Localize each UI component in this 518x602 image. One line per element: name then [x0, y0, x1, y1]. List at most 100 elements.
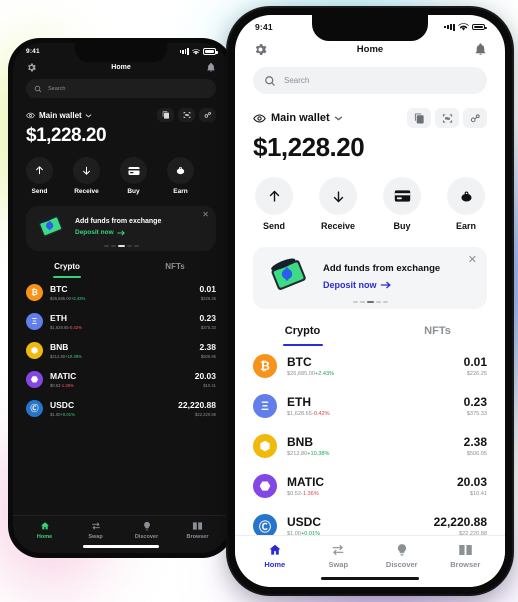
token-row[interactable]: ⬢ BNB $212.80+10.38% 2.38 $506.95: [235, 426, 505, 466]
copy-address-button[interactable]: [407, 108, 431, 128]
phone-mockup-light: 9:41 Home Search Main wallet $1,228.20 S…: [228, 8, 512, 594]
nav-swap[interactable]: Swap: [307, 543, 371, 569]
search-icon: [34, 85, 42, 93]
token-amount: 20.03: [456, 475, 487, 489]
promo-banner[interactable]: Add funds from exchange Deposit now ✕: [253, 247, 487, 309]
nav-browser[interactable]: Browser: [434, 543, 498, 569]
token-row[interactable]: Ⓒ USDC $1.00+0.01% 22,220.88 $22,220.88: [13, 394, 229, 423]
token-change: -0.42%: [68, 324, 82, 330]
token-logo-icon: Ξ: [26, 313, 43, 330]
token-subtext: $1,628.65-0.42%: [50, 325, 192, 330]
token-fiat-value: $506.95: [466, 451, 487, 457]
token-subtext: $212.80+10.38%: [50, 354, 192, 359]
search-bar[interactable]: Search: [26, 79, 216, 98]
token-fiat-value: $10.41: [203, 382, 216, 388]
send-button[interactable]: Send: [26, 157, 53, 195]
eye-icon[interactable]: [253, 112, 266, 125]
receive-label: Receive: [320, 221, 356, 231]
search-placeholder: Search: [48, 85, 66, 92]
token-symbol: BNB: [287, 435, 313, 449]
token-logo-icon: Ξ: [253, 394, 277, 418]
scan-qr-button[interactable]: [178, 108, 195, 122]
tab-crypto[interactable]: Crypto: [235, 325, 370, 346]
nav-swap[interactable]: Swap: [70, 521, 121, 540]
battery-icon: [203, 48, 218, 55]
app-screen-dark: 9:41 Home Search Main wallet $1,228.20 S…: [13, 43, 229, 553]
piggy-bank-icon: [167, 157, 194, 184]
tab-crypto[interactable]: Crypto: [13, 262, 121, 278]
nav-discover[interactable]: Discover: [370, 543, 434, 569]
wallet-name[interactable]: Main wallet: [39, 111, 82, 120]
token-change: +2.43%: [70, 295, 86, 301]
home-icon: [268, 543, 282, 557]
nav-discover[interactable]: Discover: [121, 521, 172, 540]
bell-icon[interactable]: [206, 62, 216, 73]
gear-icon[interactable]: [26, 62, 37, 73]
tab-nfts[interactable]: NFTs: [370, 325, 505, 346]
carousel-dots: [26, 245, 216, 247]
earn-button[interactable]: Earn: [167, 157, 194, 195]
token-row[interactable]: ⬣ MATIC $0.52-1.36% 20.03 $10.41: [235, 466, 505, 506]
quick-actions: Send Receive Buy Earn: [13, 147, 229, 195]
wallet-selector-row: Main wallet: [235, 94, 505, 128]
book-icon: [458, 543, 473, 557]
promo-banner[interactable]: Add funds from exchange Deposit now ✕: [26, 206, 216, 251]
token-row[interactable]: ₿ BTC $26,685.00+2.43% 0.01 $226.25: [235, 346, 505, 386]
banner-title: Add funds from exchange: [75, 218, 162, 225]
swap-arrows-icon: [91, 521, 101, 531]
send-button[interactable]: Send: [255, 177, 293, 231]
chevron-down-icon[interactable]: [334, 115, 343, 121]
wifi-icon: [192, 48, 200, 55]
token-row[interactable]: ₿ BTC $26,685.00+2.43% 0.01 $226.25: [13, 278, 229, 307]
token-subtext: $26,685.00+2.43%: [287, 371, 454, 377]
bell-icon[interactable]: [474, 42, 487, 57]
buy-button[interactable]: Buy: [120, 157, 147, 195]
token-row[interactable]: Ξ ETH $1,628.65-0.42% 0.23 $375.33: [235, 386, 505, 426]
token-amount: 0.23: [199, 313, 216, 324]
arrow-right-icon: [380, 281, 391, 289]
buy-button[interactable]: Buy: [383, 177, 421, 231]
close-icon[interactable]: ✕: [468, 253, 477, 266]
carousel-dots: [253, 301, 487, 303]
receive-button[interactable]: Receive: [319, 177, 357, 231]
bottom-nav: Home Swap Discover Browser: [13, 515, 229, 553]
connect-button[interactable]: [199, 108, 216, 122]
token-change: +10.38%: [307, 451, 330, 457]
scan-qr-button[interactable]: [435, 108, 459, 128]
search-bar[interactable]: Search: [253, 67, 487, 94]
connect-button[interactable]: [463, 108, 487, 128]
token-list-dark: ₿ BTC $26,685.00+2.43% 0.01 $226.25 Ξ ETH $1,62…: [13, 278, 229, 423]
close-icon[interactable]: ✕: [202, 210, 209, 219]
wallet-balance: $1,228.20: [26, 125, 107, 146]
eye-icon[interactable]: [26, 111, 35, 120]
tab-nfts[interactable]: NFTs: [121, 262, 229, 278]
token-row[interactable]: ⬣ MATIC $0.52-1.36% 20.03 $10.41: [13, 365, 229, 394]
earn-button[interactable]: Earn: [447, 177, 485, 231]
token-amount: 0.23: [463, 395, 487, 409]
nav-home[interactable]: Home: [19, 521, 70, 540]
app-screen-light: 9:41 Home Search Main wallet $1,228.20 S…: [235, 15, 505, 587]
bottom-nav: Home Swap Discover Browser: [235, 535, 505, 587]
token-fiat-value: $10.41: [469, 491, 487, 497]
token-logo-icon: ₿: [26, 284, 43, 301]
copy-address-button[interactable]: [157, 108, 174, 122]
token-logo-icon: ⬢: [26, 342, 43, 359]
piggy-bank-icon: [447, 177, 485, 215]
wallet-name[interactable]: Main wallet: [271, 112, 330, 124]
receive-button[interactable]: Receive: [73, 157, 100, 195]
nav-home[interactable]: Home: [243, 543, 307, 569]
credit-card-icon: [120, 157, 147, 184]
token-row[interactable]: Ξ ETH $1,628.65-0.42% 0.23 $375.33: [13, 307, 229, 336]
token-price: $212.80: [287, 451, 308, 457]
nav-browser[interactable]: Browser: [172, 521, 223, 540]
nav-swap-label: Swap: [88, 534, 103, 540]
deposit-now-link[interactable]: Deposit now: [323, 280, 440, 290]
deposit-now-link[interactable]: Deposit now: [75, 229, 161, 236]
token-row[interactable]: ⬢ BNB $212.80+10.38% 2.38 $506.95: [13, 336, 229, 365]
token-change: -0.42%: [311, 411, 330, 417]
token-fiat-value: $226.25: [466, 371, 487, 377]
chevron-down-icon[interactable]: [85, 113, 92, 118]
battery-icon: [472, 23, 487, 31]
token-amount: 0.01: [463, 355, 487, 369]
gear-icon[interactable]: [253, 42, 268, 57]
